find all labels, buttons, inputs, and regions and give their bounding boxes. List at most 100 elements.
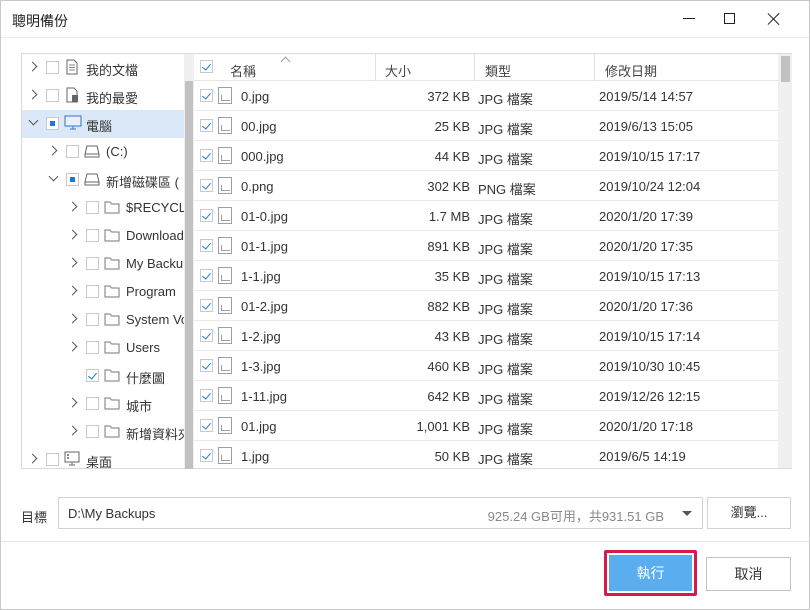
column-header-name[interactable]: 名稱 [230,61,256,80]
row-checkbox[interactable] [200,209,213,222]
tree-item-checkbox[interactable] [46,453,59,466]
row-checkbox[interactable] [200,179,213,192]
chevron-right-icon[interactable] [68,426,78,436]
column-header-size[interactable]: 大小 [385,61,411,80]
table-row[interactable]: 1-3.jpg 460 KB JPG 檔案 2019/10/30 10:45 [194,351,778,381]
tree-item[interactable]: 桌面 [22,446,185,468]
row-checkbox[interactable] [200,119,213,132]
tree-item[interactable]: 什麼圖 [22,362,185,390]
tree-item-checkbox[interactable] [86,201,99,214]
row-checkbox[interactable] [200,239,213,252]
run-button[interactable]: 執行 [609,555,692,591]
tree-item-checkbox[interactable] [66,145,79,158]
table-row[interactable]: 1-2.jpg 43 KB JPG 檔案 2019/10/15 17:14 [194,321,778,351]
file-date: 2019/10/15 17:14 [599,329,701,344]
file-name: 1.jpg [241,449,270,464]
file-size: 1.7 MB [428,209,470,224]
tree-item[interactable]: $RECYCLE [22,194,193,222]
chevron-down-icon[interactable] [28,118,38,128]
list-scrollbar-track[interactable] [778,54,792,468]
dropdown-caret-icon[interactable] [682,511,692,516]
chevron-right-icon[interactable] [68,398,78,408]
tree-item-checkbox[interactable] [46,117,59,130]
tree-item-checkbox[interactable] [46,61,59,74]
table-row[interactable]: 0.png 302 KB PNG 檔案 2019/10/24 12:04 [194,171,778,201]
tree-item-checkbox[interactable] [66,173,79,186]
chevron-right-icon[interactable] [48,146,58,156]
row-checkbox[interactable] [200,359,213,372]
image-file-icon [218,117,232,134]
tree-item[interactable]: 城市 [22,390,185,418]
chevron-right-icon[interactable] [68,286,78,296]
tree-item[interactable]: 電腦 [22,110,185,138]
chevron-right-icon[interactable] [68,230,78,240]
row-checkbox[interactable] [200,449,213,462]
tree-item-checkbox[interactable] [86,425,99,438]
chevron-right-icon[interactable] [68,202,78,212]
tree-item-checkbox[interactable] [86,313,99,326]
tree-item-checkbox[interactable] [86,369,99,382]
row-checkbox[interactable] [200,389,213,402]
file-type: JPG 檔案 [478,242,533,257]
chevron-right-icon[interactable] [28,454,38,464]
column-separator[interactable] [375,54,376,81]
chevron-right-icon[interactable] [28,90,38,100]
chevron-right-icon[interactable] [68,258,78,268]
column-header-date[interactable]: 修改日期 [605,61,657,80]
tree-item-checkbox[interactable] [86,229,99,242]
tree-item-checkbox[interactable] [46,89,59,102]
table-row[interactable]: 1.jpg 50 KB JPG 檔案 2019/6/5 14:19 [194,441,778,468]
table-row[interactable]: 1-1.jpg 35 KB JPG 檔案 2019/10/15 17:13 [194,261,778,291]
file-size: 302 KB [427,179,470,194]
browse-button[interactable]: 瀏覽... [707,497,791,529]
row-checkbox[interactable] [200,419,213,432]
table-row[interactable]: 01-0.jpg 1.7 MB JPG 檔案 2020/1/20 17:39 [194,201,778,231]
row-checkbox[interactable] [200,329,213,342]
table-row[interactable]: 01-2.jpg 882 KB JPG 檔案 2020/1/20 17:36 [194,291,778,321]
target-path-dropdown[interactable]: D:\My Backups 925.24 GB可用，共931.51 GB [58,497,703,529]
tree-item[interactable]: (C:) [22,138,185,166]
table-row[interactable]: 01.jpg 1,001 KB JPG 檔案 2020/1/20 17:18 [194,411,778,441]
tree-item[interactable]: System Vo [22,306,188,334]
tree-item[interactable]: 新增資料夾 [22,418,191,446]
cancel-button[interactable]: 取消 [706,557,791,591]
table-row[interactable]: 000.jpg 44 KB JPG 檔案 2019/10/15 17:17 [194,141,778,171]
chevron-right-icon[interactable] [68,314,78,324]
tree-item-checkbox[interactable] [86,285,99,298]
minimize-icon[interactable] [683,18,695,19]
table-row[interactable]: 00.jpg 25 KB JPG 檔案 2019/6/13 15:05 [194,111,778,141]
tree-item[interactable]: Program [22,278,185,306]
file-type: JPG 檔案 [478,422,533,437]
list-scrollbar-thumb[interactable] [781,56,790,82]
table-row[interactable]: 0.jpg 372 KB JPG 檔案 2019/5/14 14:57 [194,81,778,111]
row-checkbox[interactable] [200,269,213,282]
tree-item[interactable]: Users [22,334,185,362]
computer-icon [64,115,82,131]
select-all-checkbox[interactable] [200,60,213,73]
file-date: 2019/10/30 10:45 [599,359,701,374]
row-checkbox[interactable] [200,299,213,312]
column-separator[interactable] [474,54,475,81]
tree-scrollbar-thumb[interactable] [185,81,193,469]
tree-item-label: Download [126,228,184,243]
close-icon[interactable] [767,12,781,26]
column-header-type[interactable]: 類型 [485,61,511,80]
row-checkbox[interactable] [200,89,213,102]
table-row[interactable]: 01-1.jpg 891 KB JPG 檔案 2020/1/20 17:35 [194,231,778,261]
row-checkbox[interactable] [200,149,213,162]
tree-item-checkbox[interactable] [86,397,99,410]
column-separator[interactable] [594,54,595,81]
tree-item[interactable]: My Backu [22,250,185,278]
tree-item[interactable]: 我的最愛 [22,82,185,110]
tree-item-checkbox[interactable] [86,257,99,270]
file-name: 01-0.jpg [241,209,288,224]
table-row[interactable]: 1-11.jpg 642 KB JPG 檔案 2019/12/26 12:15 [194,381,778,411]
chevron-right-icon[interactable] [28,62,38,72]
tree-item[interactable]: 我的文檔 [22,54,185,82]
tree-item[interactable]: Download [22,222,185,250]
chevron-right-icon[interactable] [68,342,78,352]
maximize-icon[interactable] [724,13,735,24]
tree-item[interactable]: 新增磁碟區 ( [22,166,185,194]
tree-item-checkbox[interactable] [86,341,99,354]
chevron-down-icon[interactable] [48,174,58,184]
